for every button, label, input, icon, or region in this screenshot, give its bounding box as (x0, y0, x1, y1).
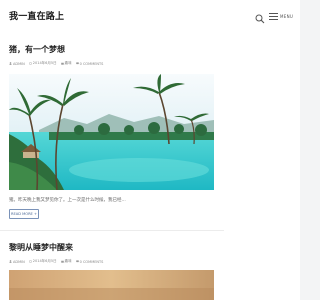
post-featured-image[interactable] (9, 270, 214, 300)
meta-comments[interactable]: 0 COMMENTS (75, 259, 104, 264)
sidebar-area (224, 33, 300, 300)
user-icon (9, 260, 12, 263)
category-name: 趣味 (64, 259, 72, 263)
folder-icon (60, 260, 64, 263)
category-name: 趣味 (64, 61, 72, 65)
comments-count: 0 COMMENTS (79, 259, 104, 264)
read-more-button[interactable]: READ MORE + (9, 209, 39, 219)
post-title[interactable]: 猪，有一个梦想 (9, 44, 65, 55)
post-divider (0, 230, 224, 231)
meta-category[interactable]: 趣味 (60, 259, 72, 264)
post-date: 2014年6月5日 (32, 61, 57, 65)
comments-count: 0 COMMENTS (79, 61, 104, 66)
meta-date: 2014年6月5日 (28, 259, 57, 264)
hamburger-icon (269, 12, 278, 20)
search-icon (255, 14, 265, 24)
author-name: ADMIN (13, 61, 25, 66)
post-featured-image[interactable] (9, 74, 214, 190)
tropical-beach-image (9, 74, 214, 190)
meta-comments[interactable]: 0 COMMENTS (75, 61, 104, 66)
menu-label: MENU (280, 13, 294, 19)
post-meta: ADMIN 2014年6月5日 趣味 0 COMMENTS (9, 61, 103, 66)
folder-icon (60, 62, 64, 65)
post-title[interactable]: 黎明从睡梦中醒来 (9, 242, 73, 253)
site-title[interactable]: 我一直在路上 (9, 9, 64, 22)
post-excerpt: 猪。昨天晚上我又梦见你了。上一次是什么时候，我已经... (9, 198, 126, 203)
sunrise-image (9, 270, 214, 300)
comment-icon (75, 260, 79, 263)
author-name: ADMIN (13, 259, 25, 264)
menu-button[interactable]: MENU (269, 10, 297, 22)
comment-icon (75, 62, 79, 65)
clock-icon (28, 62, 32, 65)
post-date: 2014年6月5日 (32, 259, 57, 263)
site-header: 我一直在路上 MENU (0, 0, 300, 34)
user-icon (9, 62, 12, 65)
clock-icon (28, 260, 32, 263)
search-button[interactable] (254, 10, 266, 24)
meta-author[interactable]: ADMIN (9, 260, 25, 264)
meta-author[interactable]: ADMIN (9, 62, 25, 66)
meta-category[interactable]: 趣味 (60, 61, 72, 66)
post-meta: ADMIN 2014年6月5日 趣味 0 COMMENTS (9, 259, 103, 264)
meta-date: 2014年6月5日 (28, 61, 57, 66)
